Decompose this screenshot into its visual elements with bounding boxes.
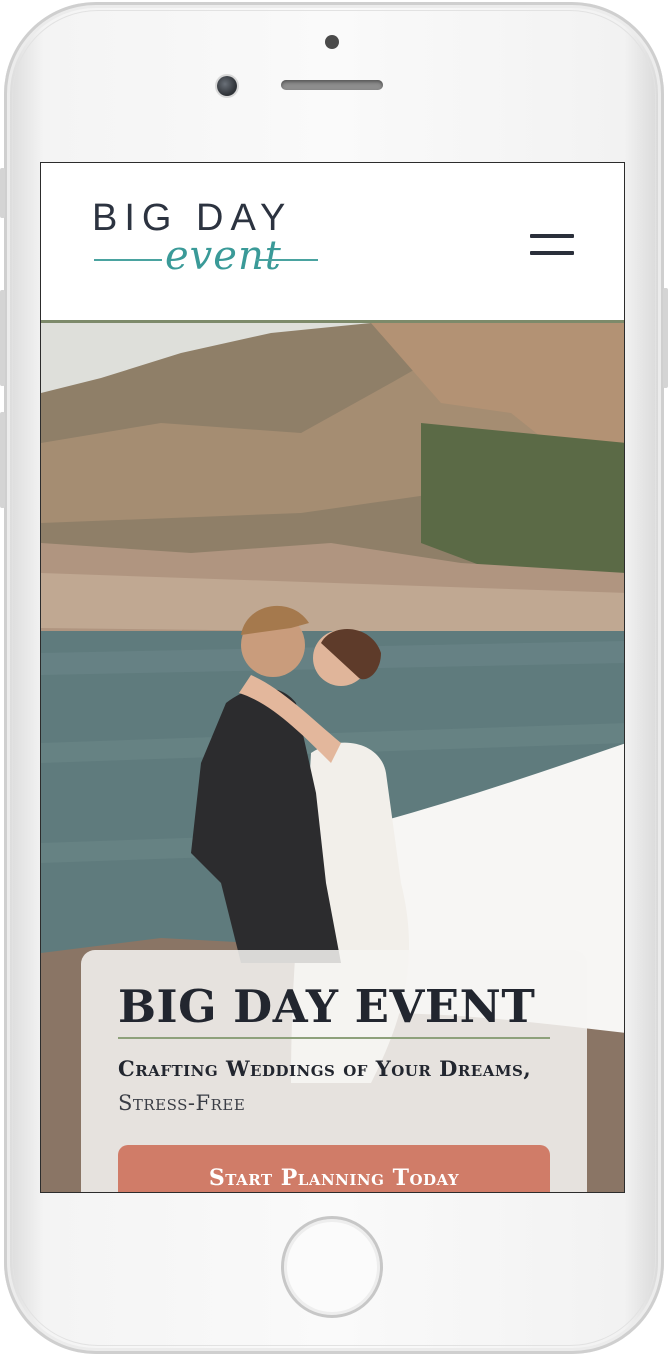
hamburger-bar-top <box>530 234 574 238</box>
hero-card: BIG DAY EVENT Crafting Weddings of Your … <box>81 950 587 1192</box>
phone-screen: BIG DAY event BIG DAY EVENT Crafting Wed… <box>40 162 625 1193</box>
logo-line-left <box>94 259 162 261</box>
hero-subtitle-light: Stress-Free <box>118 1091 246 1115</box>
hero-section: BIG DAY EVENT Crafting Weddings of Your … <box>41 323 624 1192</box>
volume-up-button <box>0 290 5 386</box>
hero-subtitle: Crafting Weddings of Your Dreams, Stress… <box>118 1052 558 1120</box>
logo-script-text: event <box>165 233 282 279</box>
proximity-sensor <box>217 76 237 96</box>
front-camera <box>325 35 339 49</box>
earpiece-speaker <box>281 80 383 90</box>
hamburger-icon[interactable] <box>530 231 574 261</box>
hamburger-bar-bottom <box>530 251 574 255</box>
volume-down-button <box>0 412 5 508</box>
hero-title: BIG DAY EVENT <box>118 980 536 1033</box>
home-button[interactable] <box>281 1216 383 1318</box>
logo-line-right <box>256 259 318 261</box>
mute-switch <box>0 168 5 218</box>
site-header: BIG DAY event <box>41 163 624 323</box>
start-planning-button[interactable]: Start Planning Today <box>118 1145 550 1192</box>
hero-title-divider <box>118 1037 550 1039</box>
hero-subtitle-bold: Crafting Weddings of Your Dreams, <box>118 1056 532 1081</box>
power-button <box>663 288 668 388</box>
